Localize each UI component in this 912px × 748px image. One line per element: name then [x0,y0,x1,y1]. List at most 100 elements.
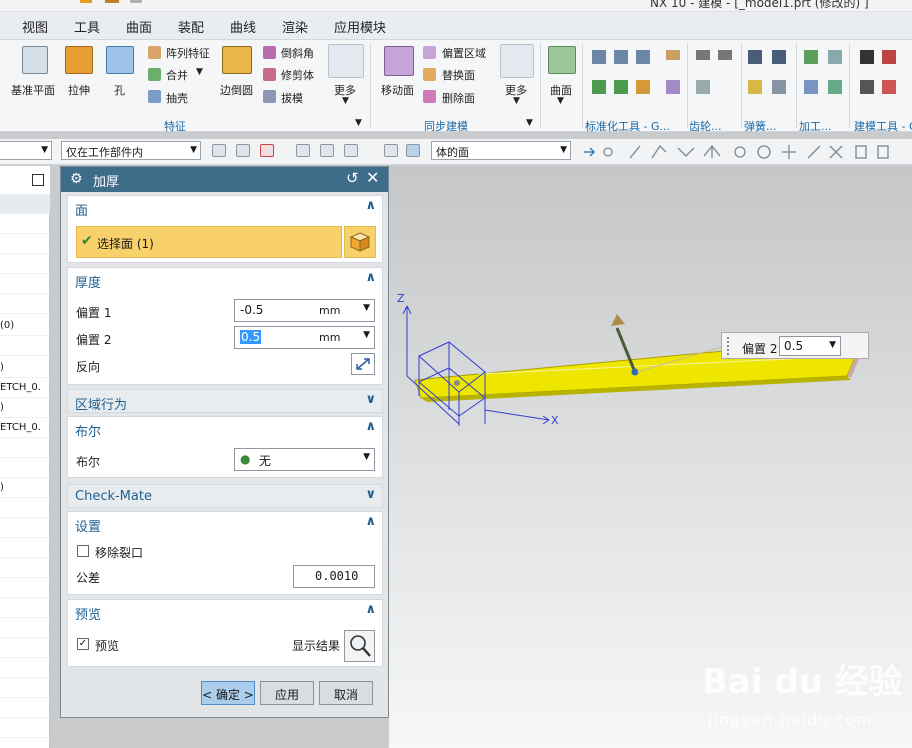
region-behavior-header[interactable]: 区域行为 ∨ [68,390,382,414]
navigator-row[interactable] [0,658,50,678]
surface-dropdown-icon[interactable]: ▼ [557,96,564,106]
arrow-head-icon[interactable] [611,314,625,326]
navigator-row[interactable] [0,438,50,458]
pattern-feature-icon[interactable] [148,46,161,59]
navigator-row[interactable] [0,498,50,518]
navigator-row[interactable] [0,518,50,538]
snap-point-icon[interactable] [260,144,274,157]
hole-button[interactable]: 孔 [114,82,125,98]
replace-face-button[interactable]: 替换面 [442,67,475,83]
navigator-row[interactable] [0,254,50,274]
navigator-row[interactable]: (0) [0,316,50,336]
hole-icon[interactable] [106,46,134,74]
unite-button[interactable]: 合并 [166,67,188,83]
navigator-row[interactable]: ) [0,358,50,378]
select-solid-icon[interactable] [406,144,420,157]
gear-icon[interactable]: ⚙ [70,171,83,187]
settings-section-header[interactable]: 设置 ∧ [68,512,382,536]
select-body-icon[interactable] [236,144,250,157]
menu-view[interactable]: 视图 [22,17,48,36]
navigator-row[interactable] [0,578,50,598]
cancel-button[interactable]: 取消 [319,681,373,705]
chevron-up-icon[interactable]: ∧ [365,198,376,213]
snap-tools-icons[interactable] [580,142,900,162]
select-face-icon[interactable] [384,144,398,157]
menu-tools[interactable]: 工具 [74,17,100,36]
boolean-select[interactable]: ● 无 ▼ [234,448,375,471]
draft-button[interactable]: 拔模 [281,90,303,106]
chevron-up-icon[interactable]: ∧ [365,514,376,529]
more-sync-dropdown-icon[interactable]: ▼ [513,96,520,106]
delete-face-button[interactable]: 删除面 [442,90,475,106]
type-filter-select[interactable]: ▼ [0,141,52,160]
sync-group-expand-icon[interactable]: ▼ [526,118,533,128]
navigator-row[interactable] [0,214,50,234]
reset-icon[interactable]: ↺ [346,169,359,187]
unite-icon[interactable] [148,68,161,81]
shell-icon[interactable] [148,90,161,103]
navigator-row[interactable] [0,538,50,558]
chamfer-icon[interactable] [263,46,276,59]
navigator-row[interactable] [0,294,50,314]
draft-icon[interactable] [263,90,276,103]
datum-csys[interactable] [402,305,550,426]
navigator-row[interactable]: ETCH_0. [0,418,50,438]
face-section-header[interactable]: 面 ∧ [68,196,382,220]
unite-dropdown-icon[interactable]: ▼ [196,67,203,77]
quick-access-toolbar[interactable] [30,0,150,9]
check-mate-header[interactable]: Check-Mate ∨ [68,485,382,509]
chevron-up-icon[interactable]: ∧ [365,270,376,285]
navigator-row[interactable] [0,698,50,718]
ok-button[interactable]: < 确定 > [201,681,255,705]
replace-face-icon[interactable] [423,68,436,81]
menu-assembly[interactable]: 装配 [178,17,204,36]
offset2-input[interactable]: 0.5 mm ▼ [234,326,375,349]
scope-filter-select[interactable]: 仅在工作部件内 ▼ [61,141,201,160]
more-sync-icon[interactable] [500,44,534,78]
navigator-row[interactable]: ETCH_0. [0,378,50,398]
navigator-row[interactable]: ) [0,398,50,418]
thickness-section-header[interactable]: 厚度 ∧ [68,268,382,292]
offset-region-icon[interactable] [423,46,436,59]
trim-body-button[interactable]: 修剪体 [281,67,314,83]
extrude-button[interactable]: 拉伸 [68,82,90,98]
navigator-row[interactable] [0,336,50,356]
chevron-down-icon[interactable]: ▼ [363,303,370,313]
surface-icon[interactable] [548,46,576,74]
onscreen-input-box[interactable]: 偏置 2 0.5 ▼ [721,332,869,359]
close-icon[interactable]: ✕ [366,168,379,187]
edge-blend-icon[interactable] [222,46,252,74]
menu-render[interactable]: 渲染 [282,17,308,36]
preview-section-header[interactable]: 预览 ∧ [68,600,382,624]
select-edge-icon[interactable] [320,144,334,157]
face-selection-button[interactable] [344,226,376,258]
tool-icons-grid[interactable] [588,46,908,112]
select-face-row[interactable]: ✔ 选择面 (1) [76,226,342,258]
boolean-section-header[interactable]: 布尔 ∧ [68,417,382,441]
navigator-row[interactable] [0,458,50,478]
grip-handle-icon[interactable] [727,337,731,355]
more-features-icon[interactable] [328,44,364,78]
menu-applications[interactable]: 应用模块 [334,17,386,36]
pattern-feature-button[interactable]: 阵列特征 [166,45,210,61]
chevron-down-icon[interactable]: ∨ [365,392,376,407]
reverse-direction-button[interactable] [351,353,375,375]
navigator-row[interactable] [0,598,50,618]
chevron-up-icon[interactable]: ∧ [365,419,376,434]
more-features-dropdown-icon[interactable]: ▼ [342,96,349,106]
extrude-icon[interactable] [65,46,93,74]
chevron-down-icon[interactable]: ▼ [363,452,370,462]
move-face-icon[interactable] [384,46,414,76]
rectangle-select-icon[interactable] [344,144,358,157]
select-feature-icon[interactable] [212,144,226,157]
chevron-up-icon[interactable]: ∧ [365,602,376,617]
navigator-row[interactable]: ) [0,478,50,498]
menu-surface[interactable]: 曲面 [126,17,152,36]
remove-crack-checkbox[interactable] [77,545,89,557]
delete-face-icon[interactable] [423,90,436,103]
move-face-button[interactable]: 移动面 [381,82,414,98]
datum-plane-button[interactable]: 基准平面 [11,82,55,98]
navigator-row[interactable] [0,274,50,294]
navigator-row[interactable] [0,558,50,578]
tolerance-input[interactable]: 0.0010 [293,565,375,588]
